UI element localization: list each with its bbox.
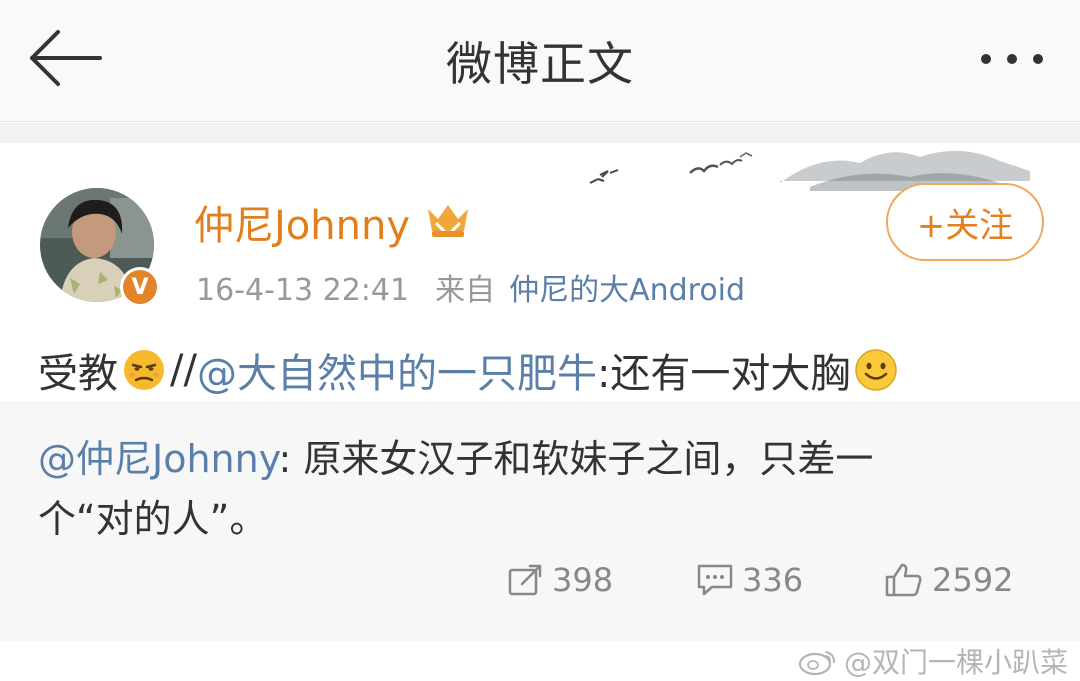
- top-bar: 微博正文: [0, 0, 1080, 122]
- verified-badge: V: [120, 267, 160, 307]
- repost-separator: //: [170, 347, 197, 393]
- mention-link[interactable]: @大自然中的一只肥牛: [197, 341, 597, 399]
- post-meta: 16-4-13 22:41 来自 仲尼的大Android: [196, 265, 745, 309]
- follow-button[interactable]: +关注: [886, 183, 1044, 261]
- retweet-author-mention[interactable]: @仲尼Johnny: [38, 437, 278, 481]
- like-button[interactable]: 2592: [884, 561, 1013, 599]
- retweet-text: @仲尼Johnny: 原来女汉子和软妹子之间，只差一个“对的人”。: [38, 429, 938, 549]
- source-client-link[interactable]: 仲尼的大Android: [509, 273, 745, 308]
- timestamp: 16-4-13 22:41: [196, 273, 410, 308]
- repost-button[interactable]: 398: [508, 561, 613, 599]
- vip-crown-icon: [428, 205, 468, 238]
- like-count: 2592: [932, 561, 1014, 599]
- post-card: V 仲尼Johnny 16-4-13 22:41 来自 仲尼的大Android +关…: [0, 143, 1080, 401]
- page-title: 微博正文: [446, 37, 634, 91]
- post-text-suffix: :还有一对大胸: [596, 351, 851, 397]
- separator: [0, 123, 1080, 143]
- watermark-text: @双门一棵小趴菜: [843, 646, 1068, 679]
- repost-count: 398: [552, 561, 614, 599]
- unhappy-face-icon: [124, 350, 164, 390]
- smile-face-icon: [855, 349, 898, 391]
- comment-count: 336: [742, 561, 804, 599]
- post-text: 受教 // @大自然中的一只肥牛 :还有一对大胸: [38, 341, 902, 399]
- author-name[interactable]: 仲尼Johnny: [194, 193, 410, 251]
- watermark: @双门一棵小趴菜: [798, 641, 1068, 681]
- repost-icon: [508, 564, 542, 596]
- bottom-bar: @双门一棵小趴菜: [0, 641, 1080, 681]
- more-dots-icon[interactable]: [976, 48, 1048, 70]
- thumbs-up-icon: [885, 563, 922, 597]
- post-text-prefix: 受教: [38, 351, 118, 397]
- weibo-logo-icon: [798, 651, 835, 676]
- comment-button[interactable]: 336: [696, 561, 803, 599]
- verified-badge-label: V: [123, 270, 157, 304]
- retweet-block[interactable]: @仲尼Johnny: 原来女汉子和软妹子之间，只差一个“对的人”。 398 33…: [0, 401, 1080, 641]
- comment-icon: [697, 564, 733, 596]
- source-label: 来自: [435, 273, 496, 308]
